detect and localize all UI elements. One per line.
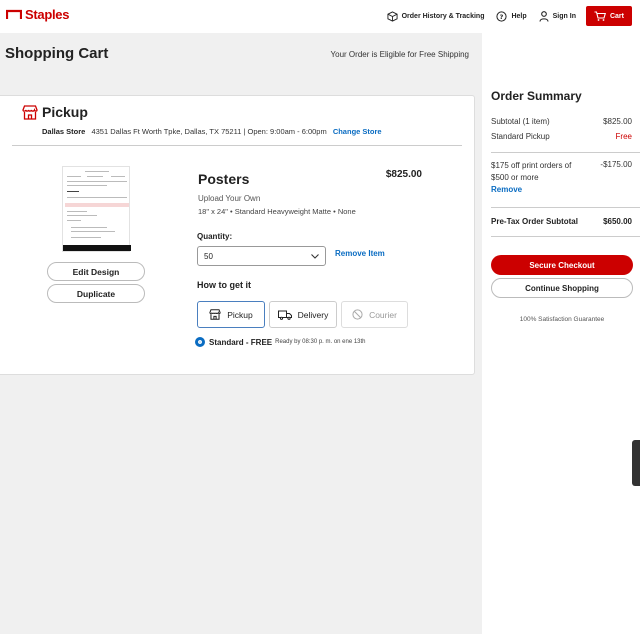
- standard-pickup-option[interactable]: Standard - FREE Ready by 08:30 p. m. on …: [195, 337, 366, 347]
- help-label: Help: [511, 12, 527, 20]
- product-thumbnail[interactable]: [62, 166, 131, 252]
- help-icon: ?: [496, 10, 508, 22]
- ready-text: Ready by 08:30 p. m. on ene 13th: [275, 339, 366, 345]
- logo-text: Staples: [25, 7, 70, 22]
- sign-in-link[interactable]: Sign In: [539, 10, 576, 22]
- pickup-title: Pickup: [42, 104, 88, 120]
- continue-shopping-button[interactable]: Continue Shopping: [491, 278, 633, 298]
- pretax-label: Pre-Tax Order Subtotal: [491, 217, 578, 226]
- order-history-link[interactable]: Order History & Tracking: [387, 10, 485, 22]
- unavailable-icon: [352, 309, 363, 320]
- quantity-select[interactable]: 50: [197, 246, 326, 266]
- promo-label: $175 off print orders of $500 or more: [491, 161, 572, 182]
- satisfaction-guarantee: 100% Satisfaction Guarantee: [519, 316, 605, 323]
- secure-checkout-button[interactable]: Secure Checkout: [491, 255, 633, 275]
- main-content: Shopping Cart Your Order is Eligible for…: [0, 33, 482, 634]
- page-title: Shopping Cart: [5, 45, 109, 62]
- product-price: $825.00: [385, 169, 422, 180]
- summary-divider: [491, 207, 640, 208]
- cart-icon: [594, 11, 606, 21]
- option-delivery[interactable]: Delivery: [269, 301, 337, 328]
- truck-icon: [277, 310, 292, 320]
- standard-label: Standard - FREE: [209, 337, 273, 347]
- summary-divider: [491, 236, 640, 237]
- pickup-row: Standard Pickup Free: [491, 132, 632, 141]
- order-summary: Order Summary Subtotal (1 item) $825.00 …: [482, 33, 640, 634]
- summary-divider: [491, 152, 640, 153]
- pretax-row: Pre-Tax Order Subtotal $650.00: [491, 217, 632, 226]
- free-shipping-notice: Your Order is Eligible for Free Shipping: [330, 50, 469, 59]
- header-nav: Order History & Tracking ? Help Sign In …: [375, 6, 632, 26]
- top-header: Staples Order History & Tracking ? Help …: [0, 0, 640, 33]
- cart-button[interactable]: Cart: [585, 6, 632, 26]
- divider: [12, 145, 462, 146]
- pickup-label: Standard Pickup: [491, 132, 550, 141]
- quantity-label: Quantity:: [197, 232, 233, 241]
- edit-design-button[interactable]: Edit Design: [47, 262, 145, 281]
- product-spec: 18" x 24" • Standard Heavyweight Matte •…: [198, 207, 356, 216]
- option-courier[interactable]: Courier: [341, 301, 408, 328]
- cart-label: Cart: [609, 12, 624, 20]
- chevron-down-icon: [311, 254, 319, 259]
- option-pickup[interactable]: Pickup: [197, 301, 265, 328]
- remove-item-link[interactable]: Remove Item: [335, 249, 385, 258]
- pickup-header: Pickup: [22, 104, 88, 120]
- option-courier-label: Courier: [369, 309, 397, 320]
- svg-text:?: ?: [500, 12, 504, 20]
- how-to-get-label: How to get it: [197, 280, 251, 290]
- product-subtitle: Upload Your Own: [198, 194, 261, 203]
- store-details: 4351 Dallas Ft Worth Tpke, Dallas, TX 75…: [91, 127, 327, 136]
- staples-logo-icon: [6, 9, 22, 19]
- store-name: Dallas Store: [42, 127, 86, 136]
- subtotal-value: $825.00: [603, 117, 632, 126]
- order-history-label: Order History & Tracking: [401, 12, 485, 20]
- promo-remove-link[interactable]: Remove: [491, 184, 581, 196]
- sign-in-label: Sign In: [552, 12, 576, 20]
- duplicate-button[interactable]: Duplicate: [47, 284, 145, 303]
- pickup-value: Free: [615, 132, 632, 141]
- change-store-link[interactable]: Change Store: [333, 127, 382, 136]
- feedback-tab[interactable]: [632, 440, 640, 486]
- product-name: Posters: [198, 171, 250, 187]
- subtotal-label: Subtotal (1 item): [491, 117, 550, 126]
- subtotal-row: Subtotal (1 item) $825.00: [491, 117, 632, 126]
- store-icon: [209, 309, 221, 320]
- quantity-value: 50: [204, 251, 213, 261]
- staples-logo[interactable]: Staples: [6, 7, 69, 22]
- help-link[interactable]: ? Help: [496, 10, 527, 22]
- promo-value: -$175.00: [600, 160, 632, 169]
- pretax-value: $650.00: [603, 217, 632, 226]
- user-icon: [539, 10, 549, 22]
- option-delivery-label: Delivery: [297, 309, 329, 320]
- radio-selected[interactable]: [195, 337, 205, 347]
- store-icon: [22, 104, 38, 120]
- promo-row: $175 off print orders of $500 or more Re…: [491, 160, 632, 196]
- pickup-card: Pickup Dallas Store 4351 Dallas Ft Worth…: [0, 95, 475, 375]
- box-icon: [387, 10, 398, 22]
- option-pickup-label: Pickup: [227, 309, 253, 320]
- order-summary-title: Order Summary: [491, 89, 582, 103]
- store-line: Dallas Store 4351 Dallas Ft Worth Tpke, …: [42, 127, 382, 136]
